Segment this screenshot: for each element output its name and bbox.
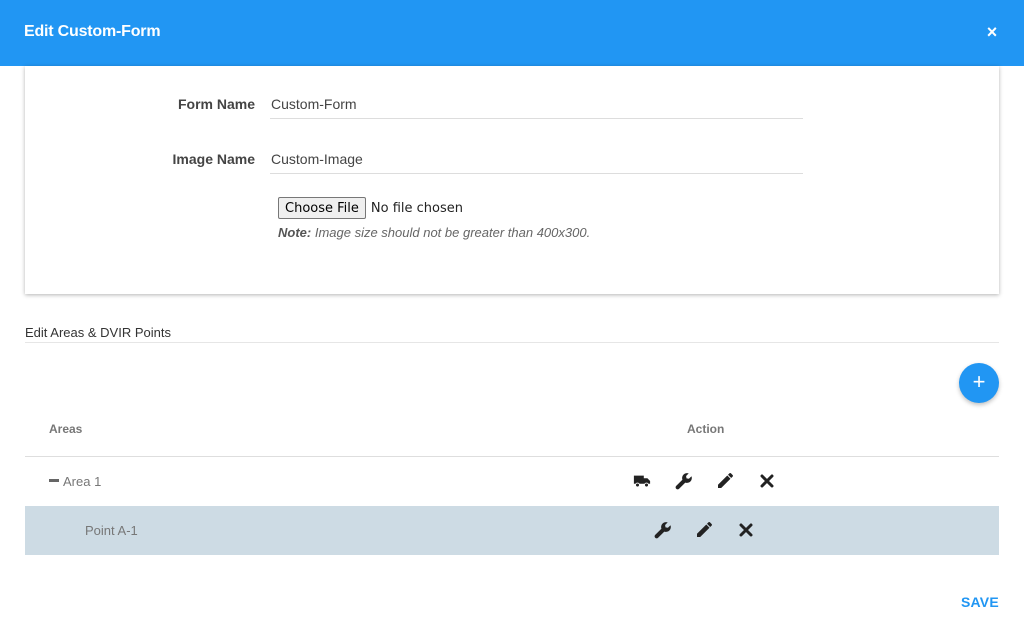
close-icon[interactable]: ×: [984, 23, 1000, 41]
table-row-point[interactable]: Point A-1: [25, 506, 999, 555]
form-name-label: Form Name: [177, 96, 255, 112]
form-card: Form Name Image Name Choose File No file…: [25, 66, 999, 294]
areas-section-title: Edit Areas & DVIR Points: [25, 325, 171, 340]
pencil-icon[interactable]: [695, 521, 713, 539]
pencil-icon[interactable]: [716, 472, 734, 490]
column-header-action: Action: [687, 422, 725, 436]
area-label: Area 1: [49, 474, 101, 489]
wrench-icon[interactable]: [675, 472, 693, 490]
delete-icon[interactable]: [737, 521, 755, 539]
wrench-icon[interactable]: [654, 521, 672, 539]
delete-icon[interactable]: [758, 472, 776, 490]
table-row-area[interactable]: Area 1: [25, 457, 999, 506]
image-name-input[interactable]: [270, 144, 803, 174]
file-upload: Choose File No file chosen: [278, 197, 463, 219]
add-area-button[interactable]: +: [959, 363, 999, 403]
column-header-areas: Areas: [49, 422, 83, 436]
form-name-input[interactable]: [270, 89, 803, 119]
dialog-title: Edit Custom-Form: [24, 23, 161, 40]
point-label: Point A-1: [85, 523, 138, 538]
truck-icon[interactable]: [633, 472, 651, 490]
note-text: Image size should not be greater than 40…: [311, 225, 591, 240]
save-button[interactable]: SAVE: [961, 594, 999, 610]
file-status-text: No file chosen: [370, 200, 463, 216]
dialog-header: Edit Custom-Form ×: [0, 0, 1024, 66]
note-label: Note:: [278, 225, 312, 240]
collapse-icon[interactable]: [49, 479, 59, 483]
area-name: Area 1: [63, 474, 102, 489]
image-size-note: Note: Image size should not be greater t…: [278, 225, 590, 240]
image-name-label: Image Name: [172, 151, 255, 167]
choose-file-button[interactable]: Choose File: [278, 197, 366, 219]
section-divider: [25, 342, 999, 343]
